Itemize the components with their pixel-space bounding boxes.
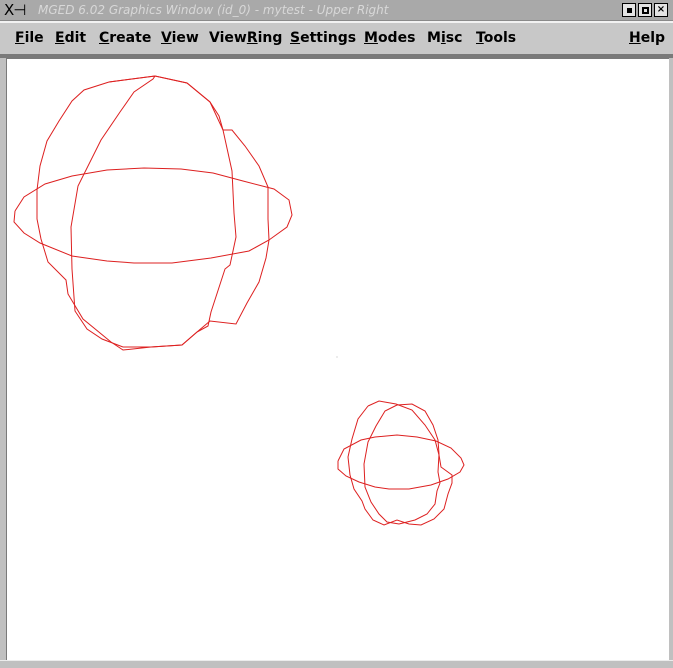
maximize-button[interactable]	[638, 3, 652, 17]
bottom-frame	[0, 660, 673, 668]
small-sphere[interactable]	[337, 400, 465, 526]
large-sphere-ring-3	[13, 167, 293, 264]
menu-tools[interactable]: Tools	[476, 28, 516, 48]
window-menu-icon[interactable]: X⊣	[4, 2, 36, 18]
small-sphere-ring-1	[363, 403, 441, 525]
menu-view[interactable]: View	[161, 28, 199, 48]
menu-viewring[interactable]: ViewRing	[209, 28, 282, 48]
menu-create[interactable]: Create	[99, 28, 151, 48]
large-sphere-ring-1	[70, 75, 237, 348]
view-center-dot	[336, 356, 338, 358]
menu-help[interactable]: Help	[629, 28, 665, 48]
small-sphere-ring-2	[347, 400, 453, 526]
minimize-button[interactable]	[622, 3, 636, 17]
menu-modes[interactable]: Modes	[364, 28, 415, 48]
mged-graphics-window: X⊣ MGED 6.02 Graphics Window (id_0) - my…	[0, 0, 673, 668]
close-button[interactable]: ×	[654, 3, 668, 17]
large-sphere[interactable]	[13, 75, 293, 351]
close-icon: ×	[656, 4, 666, 15]
menu-misc[interactable]: Misc	[427, 28, 462, 48]
graphics-canvas[interactable]	[6, 58, 669, 660]
menu-settings[interactable]: Settings	[290, 28, 356, 48]
menu-edit[interactable]: Edit	[55, 28, 86, 48]
minimize-icon	[626, 7, 632, 13]
window-title: MGED 6.02 Graphics Window (id_0) - mytes…	[38, 3, 389, 17]
menu-file[interactable]: File	[15, 28, 44, 48]
title-bar[interactable]: X⊣ MGED 6.02 Graphics Window (id_0) - my…	[0, 0, 673, 21]
menu-bar: File Edit Create View ViewRing Settings …	[0, 21, 673, 54]
maximize-icon	[641, 6, 649, 14]
small-sphere-ring-3	[337, 434, 465, 490]
wireframe-view	[13, 75, 465, 526]
